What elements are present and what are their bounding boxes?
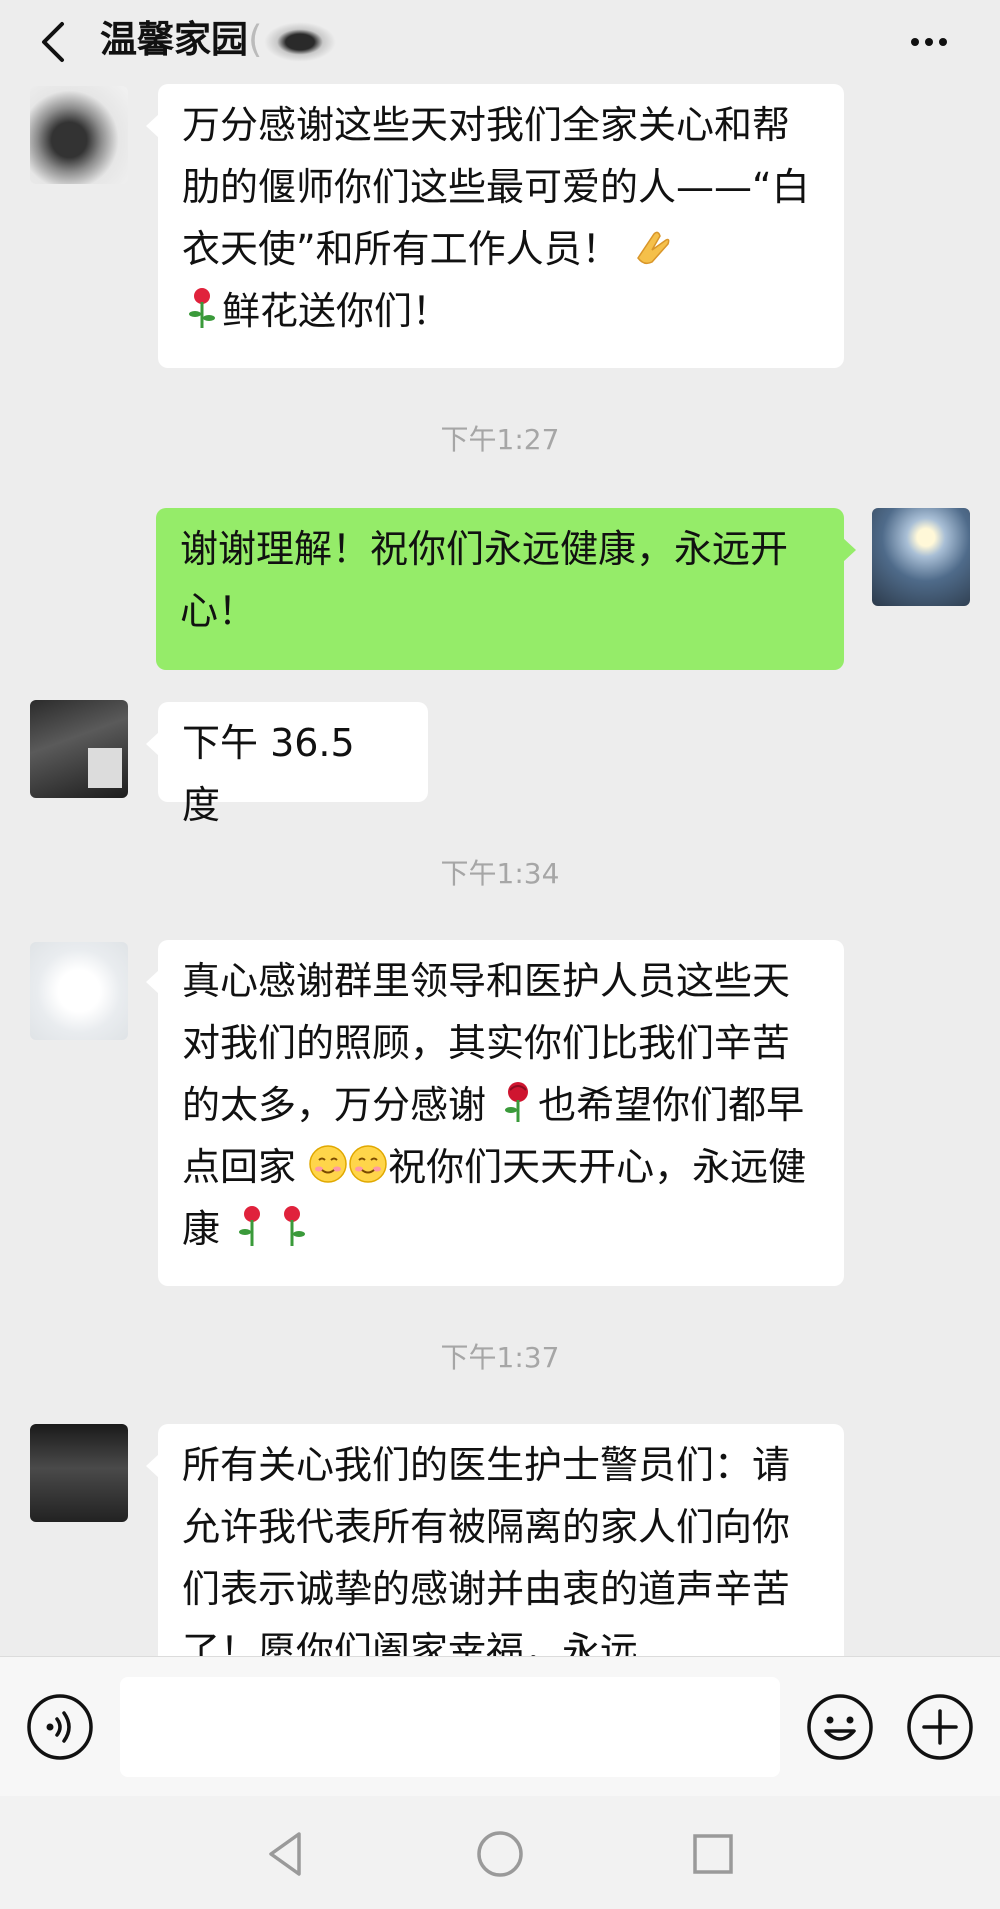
clap-hands-icon [636,231,670,265]
voice-icon [27,1694,93,1760]
avatar[interactable] [30,700,128,798]
message-bubble[interactable]: 真心感谢群里领导和医护人员这些天对我们的照顾，其实你们比我们辛苦的太多，万分感谢… [146,940,844,1286]
timestamp: 下午1:37 [440,1341,560,1374]
chevron-left-icon [42,22,64,62]
avatar-self[interactable] [872,508,970,606]
message-bubble[interactable]: 所有关心我们的医生护士警员们：请允许我代表所有被隔离的家人们向你们表示诚挚的感谢… [146,1424,844,1656]
more-dot [939,38,947,46]
emoji-icon [807,1694,873,1760]
input-bar [0,1656,1000,1797]
avatar[interactable] [30,942,128,1040]
plus-button[interactable] [906,1693,974,1761]
message-text: 谢谢理解！祝你们永远健康，永远开心！ [180,527,789,633]
message-text: 下午 36.5 度 [182,721,355,827]
back-button[interactable] [26,12,86,72]
plus-icon [907,1694,973,1760]
chat-title-text: 温馨家园 [100,18,248,61]
timestamp: 下午1:27 [440,423,560,456]
message-bubble-self[interactable]: 谢谢理解！祝你们永远健康，永远开心！ [156,508,856,670]
rose-icon [239,1206,261,1246]
message-bubble[interactable]: 万分感谢这些天对我们全家关心和帮肋的偃师你们这些最可爱的人——“白衣天使”和所有… [146,84,844,368]
message-text: 所有关心我们的医生护士警员们：请允许我代表所有被隔离的家人们向你们表示诚挚的感谢… [182,1443,791,1656]
chat-title-suffix: ( [248,18,263,61]
message-bubble[interactable]: 下午 36.5 度 [146,702,428,827]
smile-icon [349,1145,387,1183]
more-button[interactable] [908,26,960,58]
chat-title: 温馨家园( [100,14,337,66]
nav-back-triangle-icon [269,1832,301,1876]
rose-icon [284,1206,306,1246]
voice-button[interactable] [26,1693,94,1761]
avatar[interactable] [30,86,128,184]
chat-header: 温馨家园( [0,0,1000,84]
timestamp: 下午1:34 [440,857,560,890]
message-text: 鲜花送你们！ [222,289,451,333]
more-dot [925,38,933,46]
emoji-button[interactable] [806,1693,874,1761]
system-navigation-bar [0,1796,1000,1909]
rose-icon [189,288,215,328]
more-dot [911,38,919,46]
nav-home-button[interactable] [470,1824,530,1884]
nav-home-circle-icon [477,1831,523,1877]
rose-icon [505,1082,529,1122]
blurred-member-count [264,21,337,62]
nav-recent-button[interactable] [683,1824,743,1884]
nav-recent-square-icon [693,1834,733,1874]
smile-icon [309,1145,347,1183]
chat-area[interactable]: 万分感谢这些天对我们全家关心和帮肋的偃师你们这些最可爱的人——“白衣天使”和所有… [0,84,1000,1656]
avatar[interactable] [30,1424,128,1522]
message-input[interactable] [120,1677,780,1777]
message-text: 万分感谢这些天对我们全家关心和帮肋的偃师你们这些最可爱的人——“白衣天使”和所有… [182,103,810,271]
nav-back-button[interactable] [255,1824,315,1884]
